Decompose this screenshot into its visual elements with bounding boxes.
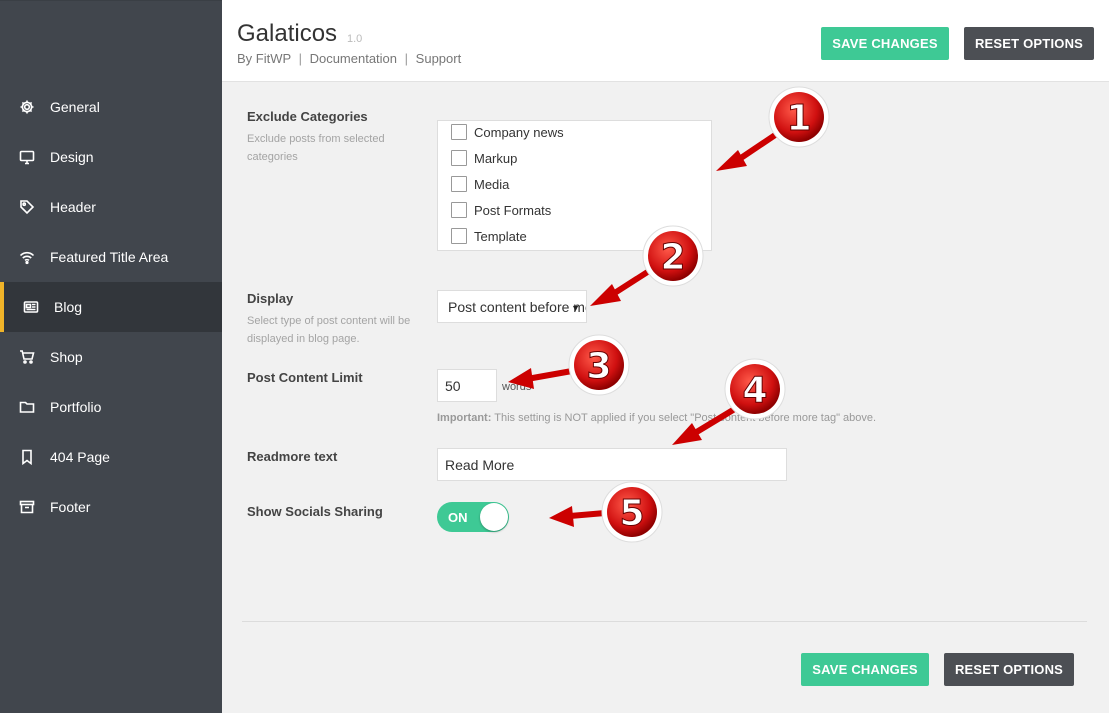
- sidebar-item-label: Blog: [54, 299, 83, 315]
- reset-button[interactable]: RESET OPTIONS: [964, 27, 1094, 60]
- newspaper-icon: [22, 298, 40, 316]
- annotation-badge-1: 1: [768, 86, 830, 148]
- important-prefix: Important:: [437, 412, 492, 424]
- words-unit-label: words: [502, 381, 532, 393]
- sidebar-item-portfolio[interactable]: Portfolio: [0, 382, 222, 432]
- sidebar-item-label: Header: [50, 199, 96, 215]
- badge-number: 4: [742, 370, 767, 411]
- gear-icon: [18, 98, 36, 116]
- readmore-label: Readmore text: [247, 449, 338, 464]
- checkbox[interactable]: [451, 124, 467, 140]
- category-checkbox[interactable]: Media: [451, 176, 509, 192]
- sidebar: General Design Header Featured Title Are…: [0, 0, 222, 713]
- save-button[interactable]: SAVE CHANGES: [821, 27, 949, 60]
- sidebar-item-label: Design: [50, 149, 94, 165]
- sidebar-item-design[interactable]: Design: [0, 132, 222, 182]
- exclude-categories-description: Exclude posts from selected categories: [247, 133, 385, 163]
- display-label: Display: [247, 291, 294, 306]
- display-description: Select type of post content will be disp…: [247, 315, 411, 345]
- page-title: Galaticos: [237, 20, 338, 47]
- checkbox[interactable]: [451, 176, 467, 192]
- sidebar-item-footer[interactable]: Footer: [0, 482, 222, 532]
- annotation-badge-4: 4: [724, 358, 786, 420]
- socials-toggle[interactable]: ON: [437, 502, 509, 532]
- bookmark-icon: [18, 448, 36, 466]
- annotation-badge-5: 5: [601, 481, 663, 543]
- sidebar-item-404-page[interactable]: 404 Page: [0, 432, 222, 482]
- annotation-arrow-5: [549, 506, 608, 527]
- badge-number: 5: [619, 493, 644, 534]
- category-checkbox[interactable]: Post Formats: [451, 202, 551, 218]
- checkbox[interactable]: [451, 228, 467, 244]
- support-link[interactable]: Support: [416, 51, 462, 66]
- exclude-categories-label: Exclude Categories: [247, 109, 368, 124]
- cart-icon: [18, 348, 36, 366]
- toggle-knob: [480, 503, 508, 531]
- checkbox[interactable]: [451, 202, 467, 218]
- monitor-icon: [18, 148, 36, 166]
- display-select[interactable]: Post content before more tag ▼: [437, 290, 587, 323]
- header-links: By FitWP | Documentation | Support: [237, 51, 461, 66]
- annotation-badge-3: 3: [568, 334, 630, 396]
- category-label: Markup: [474, 150, 518, 166]
- show-socials-label: Show Socials Sharing: [247, 504, 383, 519]
- divider: [242, 621, 1087, 622]
- footer-reset-button[interactable]: RESET OPTIONS: [944, 653, 1074, 686]
- documentation-link[interactable]: Documentation: [310, 51, 397, 66]
- wifi-icon: [18, 248, 36, 266]
- version-label: 1.0: [347, 33, 363, 45]
- badge-number: 3: [586, 346, 611, 387]
- toggle-state-label: ON: [448, 510, 468, 525]
- category-checkbox[interactable]: Markup: [451, 150, 517, 166]
- sidebar-item-shop[interactable]: Shop: [0, 332, 222, 382]
- category-checkbox[interactable]: Template: [451, 228, 527, 244]
- annotation-arrow-2: [590, 261, 663, 306]
- archive-icon: [18, 498, 36, 516]
- post-content-limit-label: Post Content Limit: [247, 370, 363, 385]
- footer-save-button[interactable]: SAVE CHANGES: [801, 653, 929, 686]
- important-text: This setting is NOT applied if you selec…: [494, 412, 877, 424]
- category-label: Template: [474, 228, 527, 244]
- sidebar-item-label: General: [50, 99, 100, 115]
- sidebar-item-blog[interactable]: Blog: [0, 282, 222, 332]
- display-select-value: Post content before more tag: [448, 298, 586, 315]
- category-label: Post Formats: [474, 202, 552, 218]
- link-separator: |: [298, 51, 302, 66]
- category-checklist: Company news Markup Media Post Formats T…: [437, 120, 712, 251]
- sidebar-item-label: 404 Page: [50, 449, 110, 465]
- sidebar-item-label: Footer: [50, 499, 91, 515]
- checkbox[interactable]: [451, 150, 467, 166]
- sidebar-item-header[interactable]: Header: [0, 182, 222, 232]
- category-label: Media: [474, 176, 510, 192]
- category-label: Company news: [474, 124, 564, 140]
- link-separator: |: [404, 51, 409, 66]
- caret-down-icon: ▼: [571, 303, 580, 313]
- category-checkbox[interactable]: Company news: [451, 124, 564, 140]
- folder-icon: [18, 398, 36, 416]
- important-note: Important: This setting is NOT applied i…: [437, 412, 876, 424]
- badge-number: 1: [786, 98, 811, 139]
- sidebar-item-label: Portfolio: [50, 399, 102, 415]
- post-content-limit-input[interactable]: 50: [437, 369, 497, 402]
- annotation-arrow-1: [716, 122, 793, 171]
- sidebar-item-general[interactable]: General: [0, 82, 222, 132]
- sidebar-item-label: Featured Title Area: [50, 249, 169, 265]
- readmore-input[interactable]: Read More: [437, 448, 787, 481]
- tag-icon: [18, 198, 36, 216]
- sidebar-item-label: Shop: [50, 349, 83, 365]
- sidebar-item-featured-title-area[interactable]: Featured Title Area: [0, 232, 222, 282]
- author-link[interactable]: By FitWP: [237, 51, 291, 66]
